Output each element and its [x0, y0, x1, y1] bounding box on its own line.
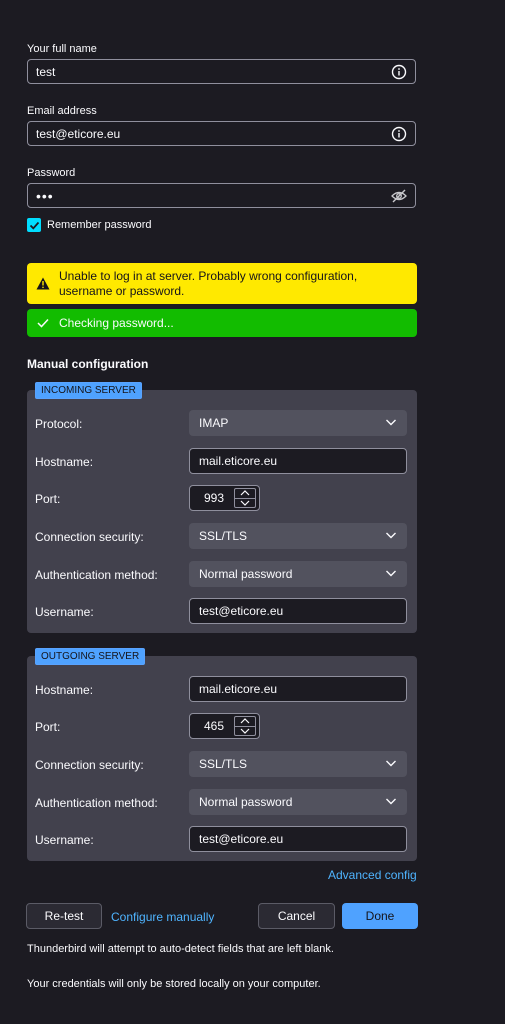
- decrement-button[interactable]: [234, 726, 256, 736]
- connection-security-label: Connection security:: [35, 758, 144, 772]
- incoming-server-fieldset: Protocol: IMAP Hostname: mail.eticore.eu…: [27, 390, 417, 633]
- incoming-port-stepper[interactable]: 993: [189, 485, 260, 511]
- port-label: Port:: [35, 720, 61, 734]
- password-value: •••: [36, 187, 54, 204]
- success-message: Checking password...: [59, 316, 174, 330]
- remember-password-label: Remember password: [47, 219, 152, 231]
- protocol-select[interactable]: IMAP: [189, 410, 407, 436]
- chevron-down-icon: [385, 757, 397, 772]
- configure-manually-link[interactable]: Configure manually: [111, 910, 214, 924]
- warning-icon: [27, 277, 59, 290]
- remember-password-row[interactable]: Remember password: [27, 218, 152, 232]
- incoming-hostname-value: mail.eticore.eu: [199, 454, 278, 468]
- username-label: Username:: [35, 605, 94, 619]
- manual-config-heading: Manual configuration: [27, 357, 149, 371]
- check-icon: [27, 318, 59, 328]
- incoming-auth-select[interactable]: Normal password: [189, 561, 407, 587]
- outgoing-port-value: 465: [204, 719, 225, 733]
- autodetect-note: Thunderbird will attempt to auto-detect …: [27, 943, 334, 955]
- incoming-port-value: 993: [204, 491, 225, 505]
- incoming-auth-value: Normal password: [199, 567, 293, 581]
- increment-button[interactable]: [234, 488, 256, 499]
- cancel-button[interactable]: Cancel: [258, 903, 335, 929]
- protocol-label: Protocol:: [35, 417, 83, 431]
- outgoing-server-fieldset: Hostname: mail.eticore.eu Port: 465 Conn…: [27, 656, 417, 861]
- email-label: Email address: [27, 105, 97, 117]
- credentials-note: Your credentials will only be stored loc…: [27, 978, 321, 990]
- incoming-server-legend: INCOMING SERVER: [35, 382, 142, 399]
- chevron-down-icon: [385, 529, 397, 544]
- done-button[interactable]: Done: [342, 903, 418, 929]
- full-name-field[interactable]: test: [27, 59, 416, 84]
- retest-button[interactable]: Re-test: [26, 903, 102, 929]
- protocol-value: IMAP: [199, 416, 229, 430]
- error-banner: Unable to log in at server. Probably wro…: [27, 263, 417, 304]
- info-icon[interactable]: [387, 60, 411, 84]
- full-name-label: Your full name: [27, 43, 97, 55]
- advanced-config-link[interactable]: Advanced config: [328, 868, 417, 882]
- outgoing-username-value: test@eticore.eu: [199, 832, 284, 846]
- password-label: Password: [27, 167, 76, 179]
- port-label: Port:: [35, 492, 61, 506]
- outgoing-server-legend: OUTGOING SERVER: [35, 648, 146, 665]
- outgoing-auth-value: Normal password: [199, 795, 293, 809]
- outgoing-hostname-value: mail.eticore.eu: [199, 682, 278, 696]
- incoming-username-value: test@eticore.eu: [199, 604, 284, 618]
- remember-password-checkbox[interactable]: [27, 218, 41, 232]
- email-field[interactable]: test@eticore.eu: [27, 121, 416, 146]
- chevron-down-icon: [385, 416, 397, 431]
- password-field[interactable]: •••: [27, 183, 416, 208]
- email-value: test@eticore.eu: [36, 126, 121, 141]
- info-icon[interactable]: [387, 122, 411, 146]
- auth-method-label: Authentication method:: [35, 796, 158, 810]
- full-name-value: test: [36, 64, 56, 79]
- outgoing-hostname-input[interactable]: mail.eticore.eu: [189, 676, 407, 702]
- increment-button[interactable]: [234, 716, 256, 727]
- eye-slash-icon[interactable]: [387, 184, 411, 208]
- auth-method-label: Authentication method:: [35, 568, 158, 582]
- outgoing-port-stepper[interactable]: 465: [189, 713, 260, 739]
- connection-security-label: Connection security:: [35, 530, 144, 544]
- outgoing-security-value: SSL/TLS: [199, 757, 248, 771]
- outgoing-security-select[interactable]: SSL/TLS: [189, 751, 407, 777]
- username-label: Username:: [35, 833, 94, 847]
- chevron-down-icon: [385, 567, 397, 582]
- chevron-down-icon: [385, 795, 397, 810]
- hostname-label: Hostname:: [35, 683, 94, 697]
- error-message: Unable to log in at server. Probably wro…: [59, 268, 358, 298]
- success-banner: Checking password...: [27, 309, 417, 337]
- incoming-hostname-input[interactable]: mail.eticore.eu: [189, 448, 407, 474]
- incoming-security-select[interactable]: SSL/TLS: [189, 523, 407, 549]
- decrement-button[interactable]: [234, 498, 256, 508]
- outgoing-username-input[interactable]: test@eticore.eu: [189, 826, 407, 852]
- outgoing-auth-select[interactable]: Normal password: [189, 789, 407, 815]
- incoming-username-input[interactable]: test@eticore.eu: [189, 598, 407, 624]
- hostname-label: Hostname:: [35, 455, 94, 469]
- incoming-security-value: SSL/TLS: [199, 529, 248, 543]
